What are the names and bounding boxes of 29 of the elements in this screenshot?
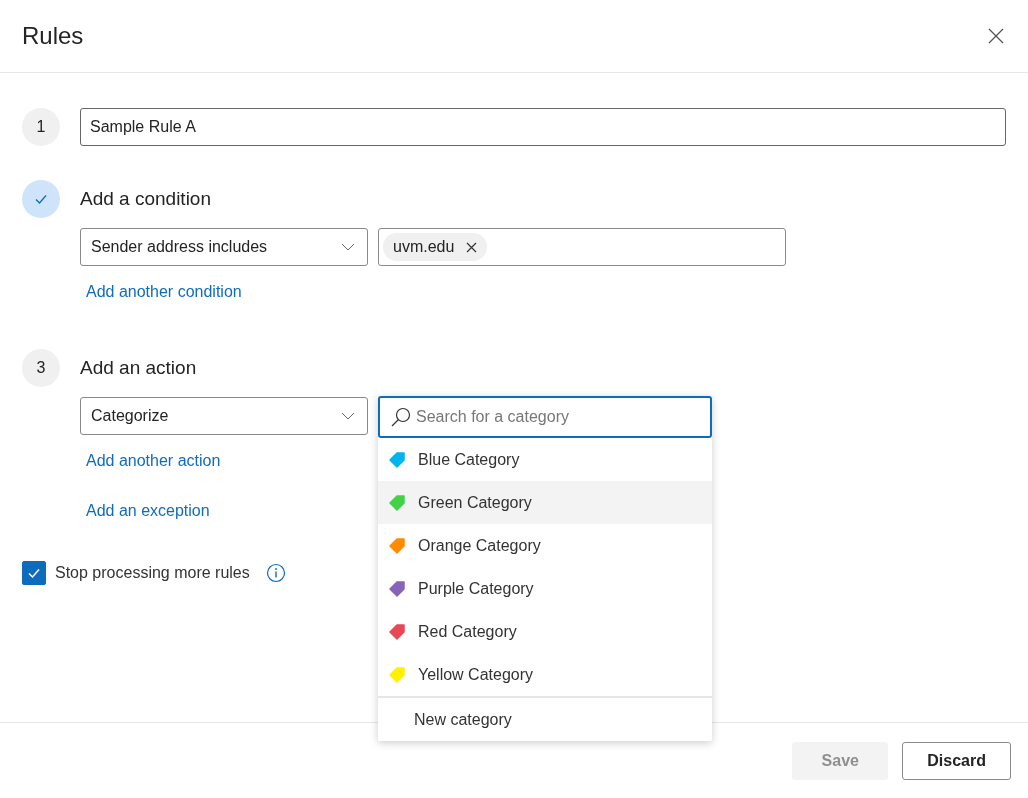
category-item[interactable]: Red Category [378, 610, 712, 653]
checkbox[interactable] [22, 561, 46, 585]
checkbox-label: Stop processing more rules [55, 564, 250, 582]
category-item[interactable]: Blue Category [378, 438, 712, 481]
category-item[interactable]: Purple Category [378, 567, 712, 610]
dropdown[interactable]: Sender address includes [80, 228, 368, 266]
chevron-down-icon [341, 243, 355, 251]
checkmark-icon [27, 566, 41, 580]
step-title: Add a condition [80, 188, 211, 210]
rule-name-field[interactable]: Sample Rule A [80, 108, 1006, 146]
add-link[interactable]: Add another condition [86, 282, 242, 302]
add-link[interactable]: Add an exception [86, 501, 210, 521]
dropdown[interactable]: Categorize [80, 397, 368, 435]
remove-icon[interactable] [466, 241, 478, 253]
step-title: Add an action [80, 357, 197, 379]
category-item[interactable]: Orange Category [378, 524, 712, 567]
value-tag: uvm.edu [383, 233, 488, 261]
category-item[interactable]: Yellow Category [378, 653, 712, 696]
step-number: 3 [22, 349, 60, 387]
add-link[interactable]: Add another action [86, 451, 221, 471]
search-field[interactable]: Search for a category [378, 396, 712, 438]
dialog-title: Rules [22, 22, 84, 50]
new-category-item[interactable]: New category [378, 696, 712, 741]
dialog-button[interactable]: Discard [902, 741, 1011, 780]
step-number: 1 [22, 108, 60, 146]
info-icon[interactable] [265, 563, 286, 583]
category-item[interactable]: Green Category [378, 481, 712, 524]
value-field[interactable]: uvm.edu [378, 228, 786, 266]
chevron-down-icon [341, 412, 355, 420]
